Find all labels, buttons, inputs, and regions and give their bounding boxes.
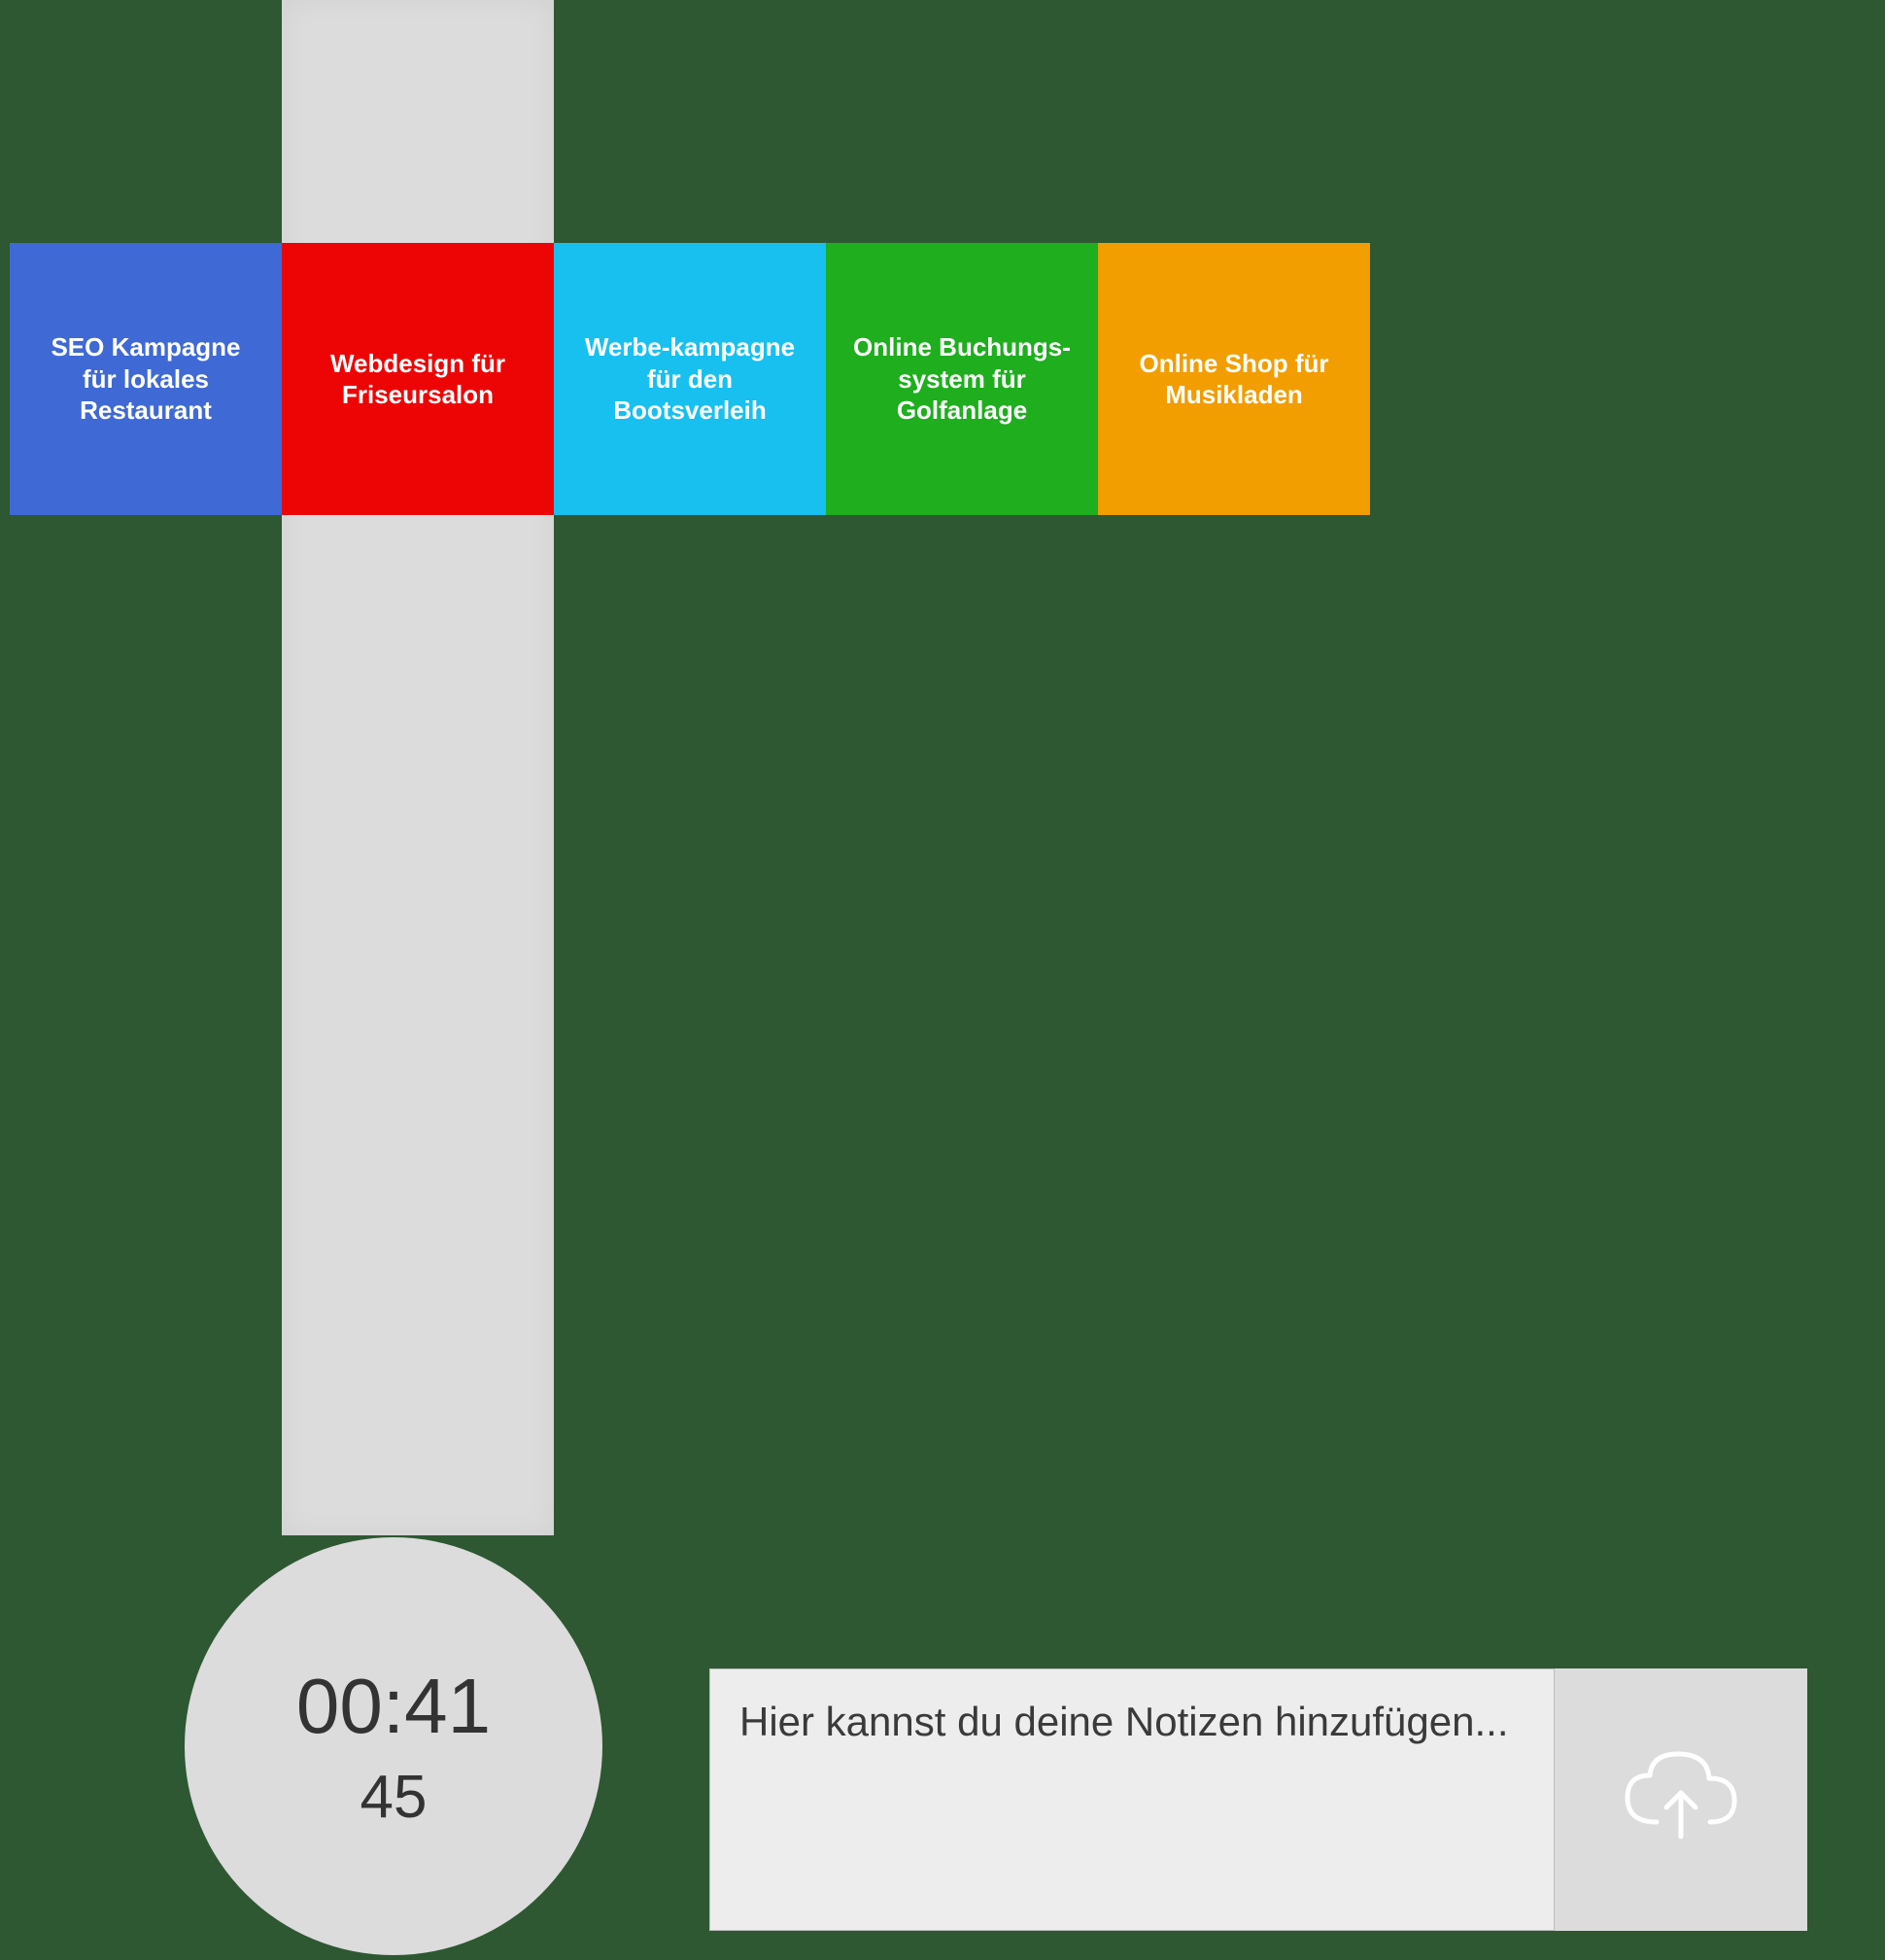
active-project-slot[interactable] [282, 0, 554, 1535]
project-tile-onlineshop-musikladen[interactable]: Online Shop für Musikladen [1098, 243, 1370, 515]
cloud-upload-icon [1618, 1744, 1744, 1856]
upload-button[interactable] [1555, 1668, 1807, 1931]
tile-label: SEO Kampagne für lokales Restaurant [34, 331, 257, 427]
project-tiles-row: SEO Kampagne für lokales Restaurant Webd… [10, 243, 1370, 515]
timer-display[interactable]: 00:41 45 [185, 1537, 602, 1955]
bottom-bar: 00:41 45 [0, 1600, 1885, 1960]
project-tile-werbekampagne-bootsverleih[interactable]: Werbe-kampagne für den Bootsverleih [554, 243, 826, 515]
notes-input[interactable] [709, 1668, 1555, 1931]
timer-subseconds: 45 [360, 1763, 428, 1832]
timer-minutes-seconds: 00:41 [296, 1662, 491, 1751]
tile-label: Werbe-kampagne für den Bootsverleih [578, 331, 802, 427]
tile-label: Online Buchungs-system für Golfanlage [850, 331, 1074, 427]
project-tile-webdesign-friseursalon[interactable]: Webdesign für Friseursalon [282, 243, 554, 515]
project-tile-buchungssystem-golfanlage[interactable]: Online Buchungs-system für Golfanlage [826, 243, 1098, 515]
tile-label: Online Shop für Musikladen [1122, 348, 1346, 411]
project-tile-seo-restaurant[interactable]: SEO Kampagne für lokales Restaurant [10, 243, 282, 515]
tile-label: Webdesign für Friseursalon [306, 348, 530, 411]
